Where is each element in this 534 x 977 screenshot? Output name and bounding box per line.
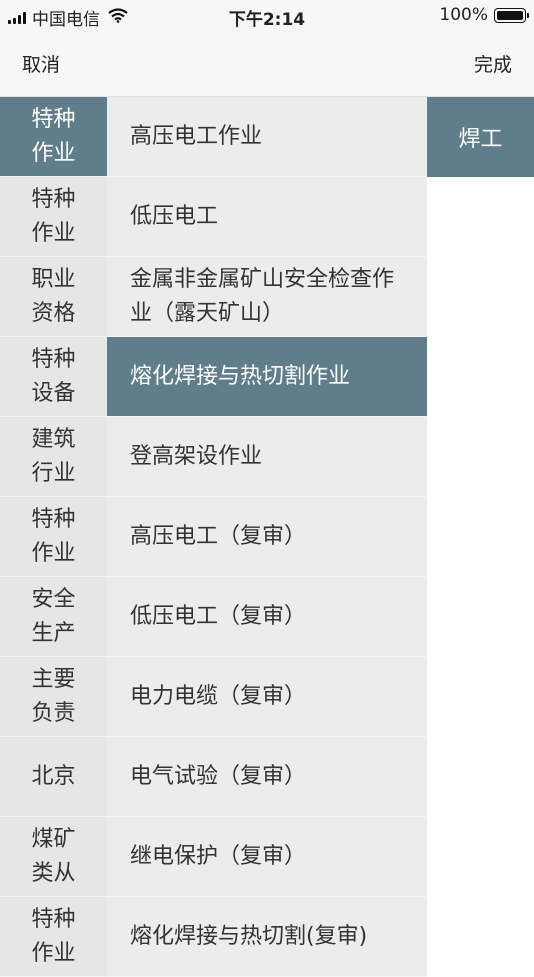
subcategory-column[interactable]: 高压电工作业 低压电工金属非金属矿山安全检查作业（露天矿山） 熔化焊接与热切割作业登… [107,97,427,977]
category-item-label: 主要负责 [31,666,76,726]
type-item-label: 焊工 [458,127,503,152]
subcategory-item[interactable]: 低压电工 [107,177,427,257]
subcategory-item-label: 登高架设作业 [130,443,263,469]
subcategory-item[interactable]: 金属非金属矿山安全检查作业（露天矿山） [107,257,427,337]
type-column[interactable]: 焊工 [427,97,534,177]
subcategory-item-label: 低压电工（复审） [130,603,307,629]
subcategory-item[interactable]: 高压电工（复审） [107,497,427,577]
subcategory-item-label: 低压电工 [130,203,219,229]
cancel-button[interactable]: 取消 [22,50,60,77]
battery-icon [494,7,529,23]
category-item-label: 特种作业 [31,506,76,566]
subcategory-item[interactable]: 低压电工（复审） [107,577,427,657]
category-item-label: 建筑行业 [31,426,76,486]
subcategory-item[interactable]: 继电保护（复审） [107,817,427,897]
category-item[interactable]: 特种作业 [0,97,107,177]
category-item[interactable]: 北京 [0,737,107,817]
category-item[interactable]: 特种作业 [0,897,107,977]
category-item[interactable]: 特种设备 [0,337,107,417]
subcategory-item-label: 熔化焊接与热切割(复审) [130,923,368,949]
done-button[interactable]: 完成 [474,50,512,77]
subcategory-item-label: 金属非金属矿山安全检查作业（露天矿山） [130,266,395,326]
type-item[interactable]: 焊工 [427,97,534,177]
picker-toolbar: 取消 完成 [0,30,534,97]
subcategory-item-label: 电气试验（复审） [130,763,307,789]
category-item-label: 特种作业 [31,106,76,166]
category-item[interactable]: 职业资格 [0,257,107,337]
category-item-label: 特种作业 [31,186,76,246]
category-item[interactable]: 特种作业 [0,497,107,577]
subcategory-item-label: 电力电缆（复审） [130,683,307,709]
category-column[interactable]: 特种作业 特种作业 职业资格 特种设备 建筑行业 特种作业 安全生产 主要负责 北京 煤矿类从 特种… [0,97,107,977]
category-item[interactable]: 安全生产 [0,577,107,657]
battery-percent: 100% [439,5,488,25]
subcategory-item[interactable]: 电力电缆（复审） [107,657,427,737]
subcategory-item[interactable]: 熔化焊接与热切割作业 [107,337,427,417]
subcategory-item[interactable]: 熔化焊接与热切割(复审) [107,897,427,977]
category-item[interactable]: 建筑行业 [0,417,107,497]
subcategory-item[interactable]: 登高架设作业 [107,417,427,497]
subcategory-item[interactable]: 电气试验（复审） [107,737,427,817]
subcategory-item-label: 高压电工作业 [130,123,263,149]
category-item[interactable]: 煤矿类从 [0,817,107,897]
subcategory-item-label: 高压电工（复审） [130,523,307,549]
category-item[interactable]: 特种作业 [0,177,107,257]
status-bar: 中国电信 下午2:14 100% [0,0,534,30]
status-right: 100% [439,5,529,25]
category-item[interactable]: 主要负责 [0,657,107,737]
subcategory-item[interactable]: 高压电工作业 [107,97,427,177]
category-item-label: 北京 [31,763,76,789]
subcategory-item-label: 熔化焊接与热切割作业 [130,363,351,389]
category-item-label: 特种作业 [31,906,76,966]
category-item-label: 煤矿类从 [31,826,76,886]
category-item-label: 特种设备 [31,346,76,406]
subcategory-item-label: 继电保护（复审） [130,843,307,869]
category-item-label: 安全生产 [31,586,76,646]
category-item-label: 职业资格 [31,266,76,326]
